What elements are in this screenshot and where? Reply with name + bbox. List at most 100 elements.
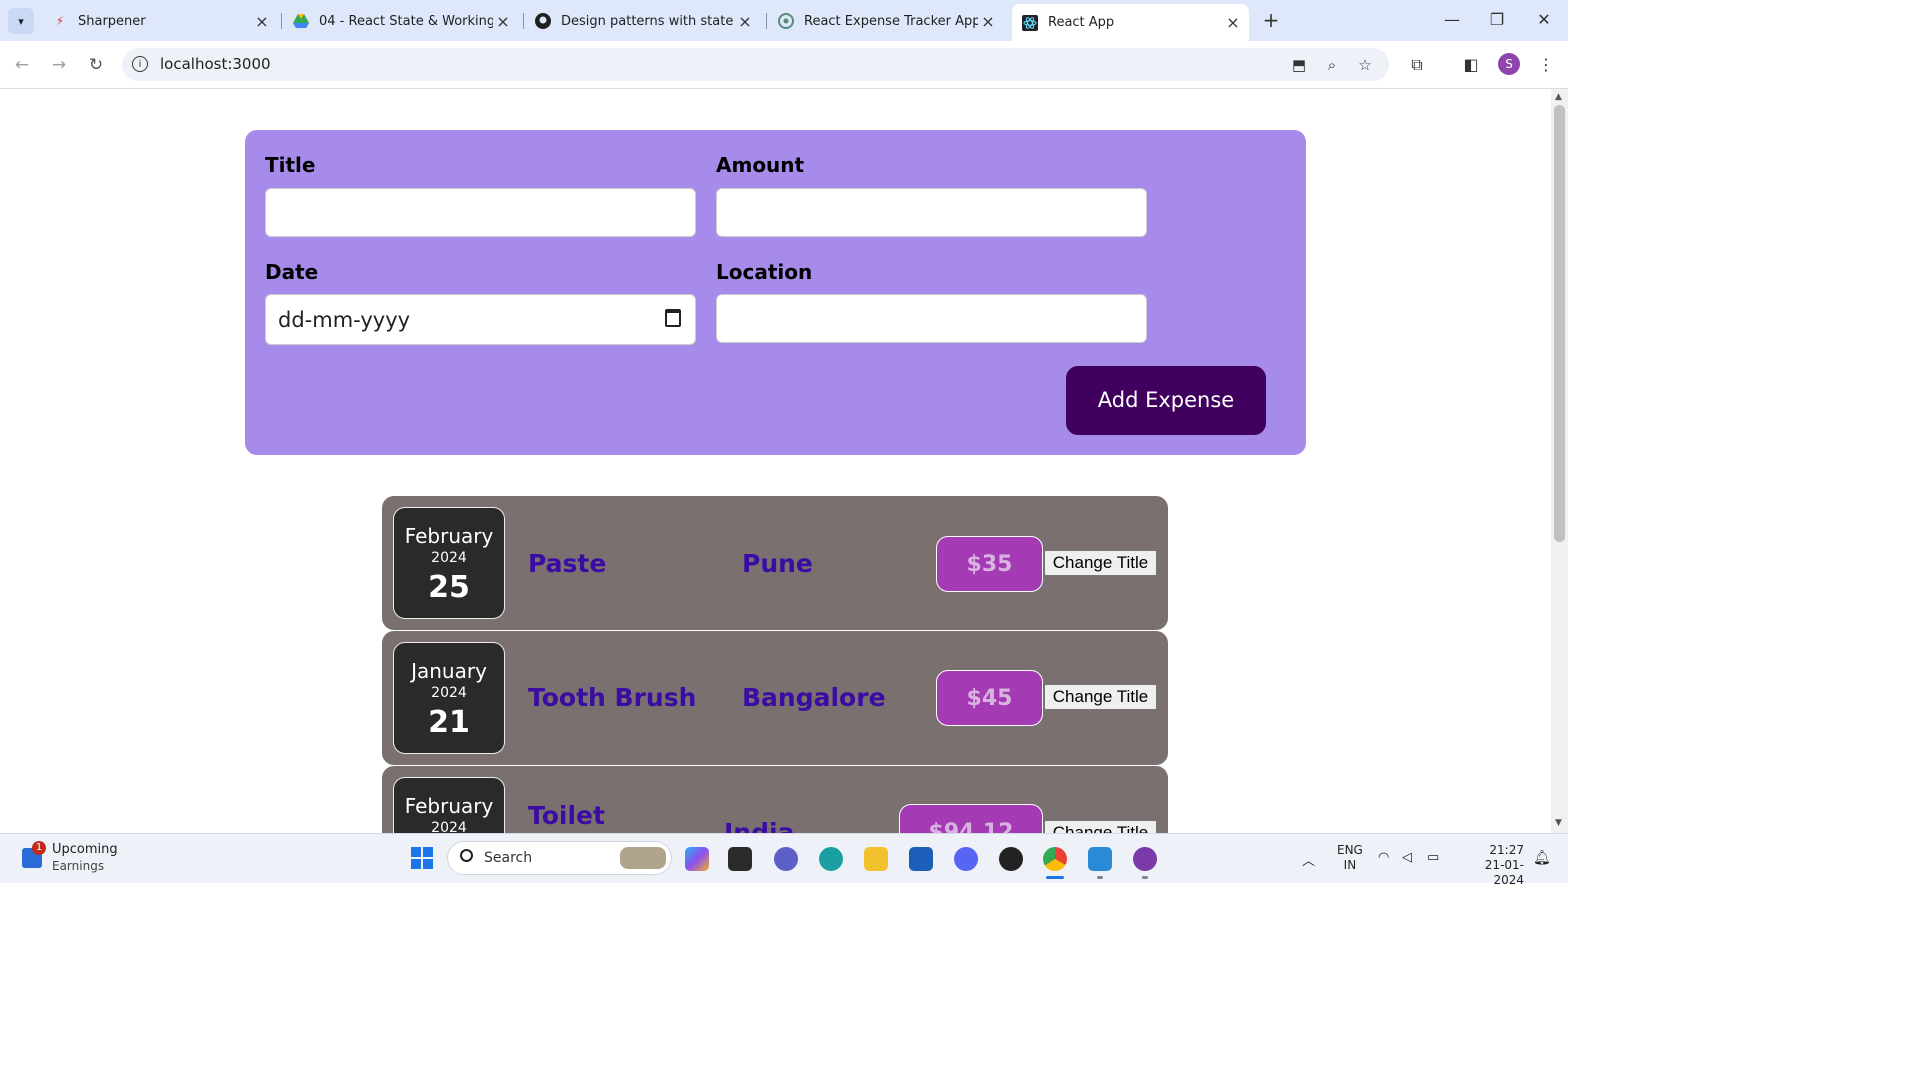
reload-icon[interactable]: ↻	[84, 53, 108, 77]
windows-taskbar: 1 Upcoming Earnings Search ︿ ENG IN ◠ ◁ …	[0, 833, 1568, 887]
language-indicator[interactable]: ENG IN	[1337, 843, 1363, 873]
tab-react-app[interactable]: React App ×	[1012, 4, 1249, 41]
discord-icon[interactable]	[954, 847, 978, 871]
tab-title: Sharpener	[78, 13, 146, 29]
amount-label: Amount	[716, 153, 805, 177]
widget-title[interactable]: Upcoming	[52, 842, 118, 857]
microsoft-store-icon[interactable]	[909, 847, 933, 871]
teams-chat-icon[interactable]	[774, 847, 798, 871]
notification-bell-icon[interactable]: 🔔︎	[1533, 850, 1551, 866]
widget-subtitle[interactable]: Earnings	[52, 859, 104, 873]
lang-code: ENG	[1337, 843, 1363, 857]
tab-title: 04 - React State & Working wit	[319, 13, 493, 29]
tab-sharpener[interactable]: ⚡ Sharpener ×	[42, 6, 278, 36]
profile-avatar[interactable]: S	[1498, 53, 1520, 75]
obs-icon[interactable]	[999, 847, 1023, 871]
date-label: Date	[265, 260, 319, 284]
clock-date: 21-01-2024	[1484, 858, 1524, 887]
expense-item: February 2024 25 Paste Pune $35 Change T…	[382, 496, 1168, 630]
react-icon	[1022, 14, 1038, 31]
side-panel-icon[interactable]: ◧	[1459, 53, 1483, 77]
change-title-button[interactable]: Change Title	[1044, 684, 1157, 710]
expense-price: $45	[936, 670, 1043, 726]
menu-kebab-icon[interactable]: ⋮	[1534, 53, 1558, 77]
expense-price: $35	[936, 536, 1043, 592]
date-input[interactable]: dd-mm-yyyy	[265, 294, 696, 345]
add-expense-button[interactable]: Add Expense	[1066, 366, 1266, 435]
new-expense-form: Title Amount Date dd-mm-yyyy Location Ad…	[245, 130, 1306, 455]
file-explorer-icon[interactable]	[864, 847, 888, 871]
expense-title: Tooth Brush	[528, 683, 697, 712]
chrome-icon[interactable]	[1043, 847, 1067, 871]
scroll-up-icon[interactable]: ▲	[1555, 92, 1562, 102]
location-input[interactable]	[716, 294, 1147, 343]
browser-tab-bar: ▾ ⚡ Sharpener × 04 - React State & Worki…	[0, 0, 1568, 41]
expense-location: Pune	[742, 549, 813, 578]
windows-start-icon[interactable]	[411, 847, 433, 869]
volume-icon[interactable]: ◁	[1402, 850, 1412, 865]
close-tab-icon[interactable]: ×	[252, 12, 272, 31]
vscode-icon[interactable]	[1088, 847, 1112, 871]
taskbar-search[interactable]: Search	[447, 841, 672, 875]
expense-date: February 2024 25	[393, 507, 505, 619]
amount-input[interactable]	[716, 188, 1147, 237]
zoom-icon[interactable]: ⌕	[1321, 54, 1343, 76]
scroll-down-icon[interactable]: ▼	[1555, 818, 1562, 828]
tab-separator	[281, 13, 282, 29]
expense-year: 2024	[431, 685, 467, 701]
close-tab-icon[interactable]: ×	[735, 12, 755, 31]
clock-time: 21:27	[1489, 843, 1524, 857]
forward-icon[interactable]: →	[47, 53, 71, 77]
close-window-icon[interactable]: ✕	[1529, 8, 1559, 32]
search-icon	[460, 849, 473, 862]
change-title-button[interactable]: Change Title	[1044, 820, 1157, 833]
active-app-indicator	[1046, 876, 1064, 879]
bookmark-star-icon[interactable]: ☆	[1354, 54, 1376, 76]
system-clock[interactable]: 21:27 21-01-2024	[1458, 843, 1524, 888]
url-text[interactable]: localhost:3000	[160, 55, 271, 73]
github-icon	[535, 13, 551, 29]
minimize-icon[interactable]: —	[1437, 8, 1467, 32]
scroll-thumb[interactable]	[1554, 105, 1565, 542]
expense-location: India	[724, 818, 795, 833]
tab-design-patterns[interactable]: Design patterns with state · suj ×	[525, 6, 761, 36]
tab-search-chevron-icon[interactable]: ▾	[8, 8, 34, 34]
site-info-icon[interactable]: i	[132, 56, 148, 72]
wifi-icon[interactable]: ◠	[1378, 850, 1389, 865]
app-indicator	[1097, 876, 1103, 879]
expense-title: Paste	[528, 549, 607, 578]
search-label: Search	[484, 850, 533, 866]
address-bar[interactable]: i localhost:3000 ⬒ ⌕ ☆	[122, 48, 1389, 81]
expense-year: 2024	[431, 550, 467, 566]
location-label: Location	[716, 260, 813, 284]
page-scrollbar[interactable]: ▲ ▼	[1551, 89, 1568, 833]
new-tab-icon[interactable]: +	[1259, 8, 1283, 32]
extensions-icon[interactable]: ⧉	[1405, 53, 1429, 77]
tab-expense-tracker[interactable]: React Expense Tracker App ×	[768, 6, 1004, 36]
google-drive-icon	[293, 13, 309, 29]
edge-icon[interactable]	[819, 847, 843, 871]
copilot-icon[interactable]	[685, 847, 709, 871]
close-tab-icon[interactable]: ×	[978, 12, 998, 31]
back-icon[interactable]: ←	[10, 53, 34, 77]
tab-react-state[interactable]: 04 - React State & Working wit ×	[283, 6, 519, 36]
expense-month: February	[404, 524, 494, 548]
close-tab-icon[interactable]: ×	[493, 12, 513, 31]
github-desktop-icon[interactable]	[1133, 847, 1157, 871]
expense-date: January 2024 21	[393, 642, 505, 754]
change-title-button[interactable]: Change Title	[1044, 550, 1157, 576]
close-tab-icon[interactable]: ×	[1223, 13, 1243, 32]
tab-title: React Expense Tracker App	[804, 13, 978, 29]
calendar-icon[interactable]	[665, 309, 681, 327]
install-app-icon[interactable]: ⬒	[1288, 54, 1310, 76]
task-view-icon[interactable]	[728, 847, 752, 871]
tray-overflow-chevron-icon[interactable]: ︿	[1302, 850, 1315, 869]
title-input[interactable]	[265, 188, 696, 237]
page-viewport: Title Amount Date dd-mm-yyyy Location Ad…	[0, 89, 1551, 833]
widget-badge: 1	[32, 841, 46, 855]
restore-icon[interactable]: ❐	[1482, 8, 1512, 32]
expense-item: January 2024 21 Tooth Brush Bangalore $4…	[382, 631, 1168, 765]
battery-icon[interactable]: ▭	[1427, 850, 1439, 865]
expense-month: January	[411, 659, 487, 683]
lang-region: IN	[1343, 858, 1357, 872]
